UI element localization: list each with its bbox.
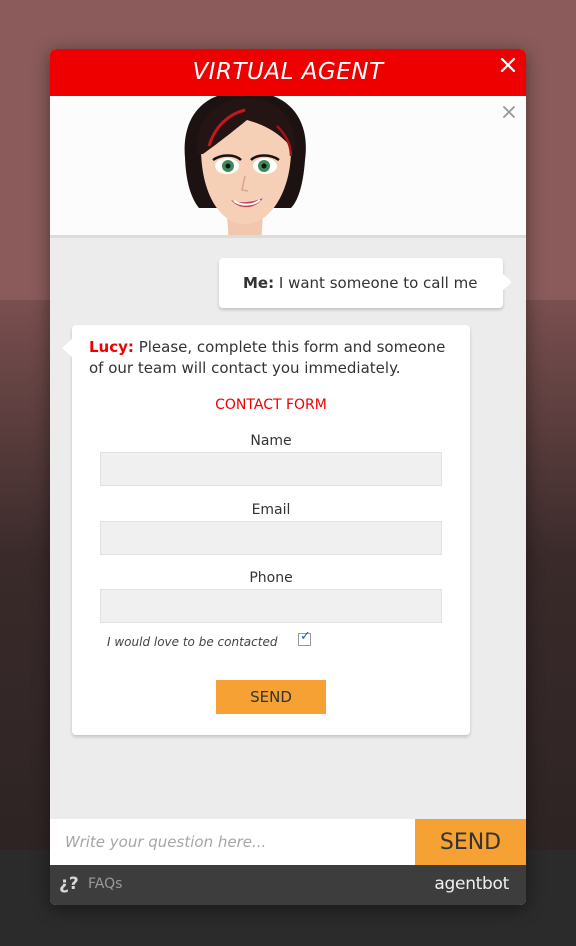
- email-label: Email: [251, 502, 291, 518]
- phone-field[interactable]: [100, 589, 442, 623]
- widget-header: VIRTUAL AGENT: [50, 49, 526, 96]
- faq-link[interactable]: FAQs: [88, 876, 122, 892]
- chat-widget: VIRTUAL AGENT Me: I want someone to call…: [50, 49, 526, 905]
- bubble-tail: [502, 273, 512, 291]
- bot-message-text: Please, complete this form and someone o…: [89, 338, 446, 377]
- question-icon[interactable]: ¿?: [59, 874, 79, 894]
- question-input[interactable]: Write your question here...: [65, 833, 266, 851]
- user-message: Me: I want someone to call me: [243, 274, 477, 292]
- form-send-button[interactable]: SEND: [216, 680, 326, 714]
- name-label: Name: [250, 433, 292, 449]
- bubble-tail: [62, 339, 72, 357]
- user-speaker: Me:: [243, 274, 275, 292]
- agentbot-logo: agentbot: [434, 874, 509, 894]
- user-message-bubble: Me: I want someone to call me: [219, 258, 512, 308]
- question-input-row: Write your question here... SEND: [50, 819, 526, 865]
- consent-label: I would love to be contacted: [107, 635, 278, 649]
- bot-speaker: Lucy:: [89, 338, 134, 356]
- user-message-text: I want someone to call me: [278, 274, 478, 292]
- send-button[interactable]: SEND: [415, 819, 526, 865]
- bot-message-bubble: Lucy: Please, complete this form and som…: [62, 325, 470, 735]
- consent-checkbox[interactable]: ✓: [298, 629, 311, 646]
- widget-title: VIRTUAL AGENT: [192, 59, 384, 85]
- contact-form-title: CONTACT FORM: [215, 397, 327, 413]
- close-icon[interactable]: [499, 56, 517, 74]
- name-field[interactable]: [100, 452, 442, 486]
- close-icon[interactable]: [501, 104, 517, 120]
- bot-message: Lucy: Please, complete this form and som…: [89, 337, 459, 379]
- chat-area[interactable]: Me: I want someone to call me Lucy: Plea…: [50, 235, 526, 822]
- checkmark-icon: ✓: [300, 629, 311, 644]
- email-field[interactable]: [100, 521, 442, 555]
- widget-footer: ¿? FAQs agentbot: [50, 865, 526, 905]
- phone-label: Phone: [249, 570, 293, 586]
